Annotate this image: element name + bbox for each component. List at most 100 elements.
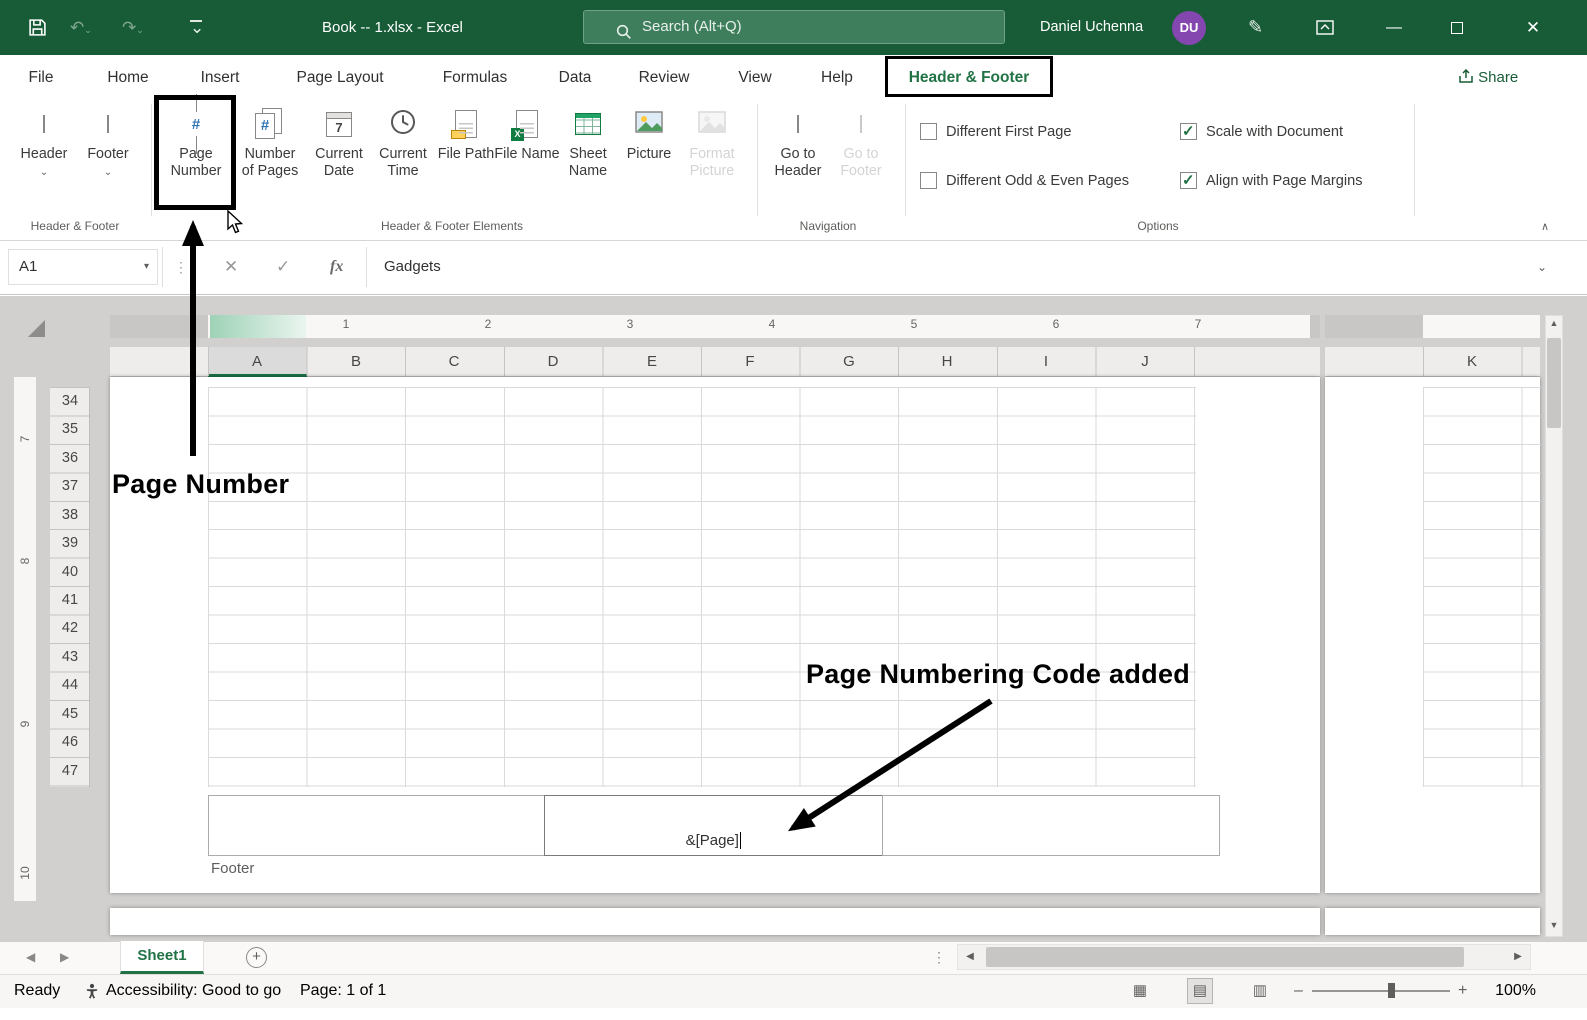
checkbox-icon[interactable] — [920, 172, 937, 189]
row-header[interactable]: 45 — [50, 700, 90, 728]
scroll-left-icon[interactable]: ◀ — [960, 944, 980, 970]
row-header[interactable]: 34 — [50, 387, 90, 415]
row-header[interactable]: 47 — [50, 757, 90, 785]
tab-insert[interactable]: Insert — [201, 59, 240, 97]
tab-file[interactable]: File — [29, 59, 54, 97]
picture-button[interactable]: Picture — [616, 105, 682, 163]
grip-dots-icon[interactable]: ⋮ — [932, 941, 946, 974]
zoom-slider-thumb[interactable] — [1388, 983, 1395, 998]
customize-quick-access-icon[interactable]: ⌄ — [190, 0, 204, 55]
worksheet-grid-page2[interactable] — [1423, 387, 1541, 787]
tab-review[interactable]: Review — [639, 59, 690, 97]
name-box[interactable]: A1 ▾ — [8, 249, 158, 285]
row-header[interactable]: 43 — [50, 643, 90, 671]
sheet-nav-prev-icon[interactable]: ◀ — [26, 941, 35, 974]
status-accessibility[interactable]: Accessibility: Good to go — [106, 974, 281, 1008]
column-header[interactable]: H — [942, 347, 953, 376]
vertical-scrollbar-thumb[interactable] — [1547, 338, 1561, 428]
tab-page-layout[interactable]: Page Layout — [296, 59, 383, 97]
footer-right-section[interactable] — [882, 795, 1220, 856]
footer-left-section[interactable] — [208, 795, 545, 856]
row-header[interactable]: 39 — [50, 529, 90, 557]
align-with-page-margins-option[interactable]: Align with Page Margins — [1180, 171, 1363, 189]
close-button[interactable]: ✕ — [1513, 0, 1553, 55]
grip-dots-icon[interactable]: ⋮ — [174, 249, 188, 285]
expand-formula-bar-icon[interactable]: ⌄ — [1537, 249, 1547, 285]
collapse-ribbon-icon[interactable]: ∧ — [1541, 220, 1549, 233]
search-input[interactable]: Search (Alt+Q) — [583, 10, 1005, 44]
column-header[interactable]: E — [647, 347, 657, 376]
tab-formulas[interactable]: Formulas — [443, 59, 508, 97]
header-button[interactable]: Header ⌄ — [12, 105, 76, 181]
formula-bar-value[interactable]: Gadgets — [384, 249, 441, 285]
checkbox-icon[interactable] — [920, 123, 937, 140]
tab-view[interactable]: View — [738, 59, 771, 97]
checkbox-icon[interactable] — [1180, 122, 1197, 140]
tab-help[interactable]: Help — [821, 59, 853, 97]
zoom-out-icon[interactable]: – — [1294, 974, 1303, 1008]
row-header[interactable]: 46 — [50, 728, 90, 756]
row-header[interactable]: 41 — [50, 586, 90, 614]
avatar[interactable]: DU — [1172, 11, 1206, 45]
different-first-page-option[interactable]: Different First Page — [920, 123, 1071, 140]
normal-view-icon[interactable]: ▦ — [1128, 979, 1152, 1003]
sheet-nav-next-icon[interactable]: ▶ — [60, 941, 69, 974]
add-sheet-button[interactable]: + — [246, 947, 267, 968]
minimize-button[interactable]: — — [1374, 0, 1414, 55]
footer-center-section[interactable]: &[Page] — [544, 795, 883, 856]
current-time-button[interactable]: Current Time — [370, 105, 436, 179]
different-odd-even-option[interactable]: Different Odd & Even Pages — [920, 172, 1129, 189]
zoom-in-icon[interactable]: + — [1458, 974, 1467, 1008]
row-header[interactable]: 36 — [50, 444, 90, 472]
row-header[interactable]: 35 — [50, 415, 90, 443]
row-header[interactable]: 44 — [50, 671, 90, 699]
footer-button[interactable]: Footer ⌄ — [76, 105, 140, 181]
scroll-right-icon[interactable]: ▶ — [1508, 944, 1528, 970]
tab-home[interactable]: Home — [107, 59, 148, 97]
horizontal-scrollbar-thumb[interactable] — [986, 947, 1464, 967]
column-header[interactable]: F — [745, 347, 754, 376]
row-header[interactable]: 42 — [50, 614, 90, 642]
cancel-icon[interactable]: ✕ — [224, 249, 238, 285]
column-header[interactable]: K — [1467, 347, 1477, 376]
number-of-pages-button[interactable]: # Number of Pages — [237, 105, 303, 179]
ribbon-display-options-icon[interactable] — [1316, 20, 1334, 40]
column-header[interactable]: C — [449, 347, 460, 376]
file-path-icon — [451, 110, 477, 139]
column-header[interactable]: A — [252, 347, 262, 376]
chevron-down-icon[interactable]: ▾ — [144, 250, 149, 284]
zoom-slider[interactable] — [1312, 990, 1450, 992]
redo-icon[interactable]: ↷⌄ — [122, 0, 144, 55]
pen-icon[interactable]: ✎ — [1248, 0, 1263, 55]
file-path-button[interactable]: File Path — [433, 105, 499, 163]
checkbox-icon[interactable] — [1180, 171, 1197, 189]
file-name-button[interactable]: X File Name — [494, 105, 560, 163]
user-name[interactable]: Daniel Uchenna — [1040, 0, 1143, 55]
column-header[interactable]: B — [351, 347, 361, 376]
column-header[interactable]: I — [1044, 347, 1048, 376]
page-layout-view-icon[interactable]: ▤ — [1187, 978, 1213, 1004]
worksheet-grid[interactable] — [208, 387, 1196, 787]
row-header[interactable]: 37 — [50, 472, 90, 500]
save-icon[interactable] — [28, 18, 47, 42]
sheet-tab-sheet1[interactable]: Sheet1 — [120, 941, 204, 974]
row-header[interactable]: 38 — [50, 501, 90, 529]
enter-icon[interactable]: ✓ — [276, 249, 290, 285]
row-header[interactable]: 40 — [50, 558, 90, 586]
insert-function-icon[interactable]: fx — [330, 249, 343, 285]
column-header[interactable]: D — [548, 347, 559, 376]
zoom-level[interactable]: 100% — [1495, 974, 1536, 1008]
scroll-up-icon[interactable]: ▲ — [1545, 318, 1563, 328]
column-header[interactable]: G — [843, 347, 855, 376]
share-button[interactable]: Share — [1458, 59, 1518, 97]
sheet-name-button[interactable]: Sheet Name — [555, 105, 621, 179]
go-to-header-button[interactable]: Go to Header — [765, 105, 831, 179]
current-date-button[interactable]: 7 Current Date — [306, 105, 372, 179]
scale-with-document-option[interactable]: Scale with Document — [1180, 122, 1343, 140]
select-all-corner[interactable] — [28, 320, 45, 337]
tab-data[interactable]: Data — [559, 59, 592, 97]
scroll-down-icon[interactable]: ▼ — [1545, 920, 1563, 930]
page-break-view-icon[interactable]: ▥ — [1248, 979, 1272, 1003]
column-header[interactable]: J — [1141, 347, 1149, 376]
undo-icon[interactable]: ↶⌄ — [70, 0, 92, 55]
